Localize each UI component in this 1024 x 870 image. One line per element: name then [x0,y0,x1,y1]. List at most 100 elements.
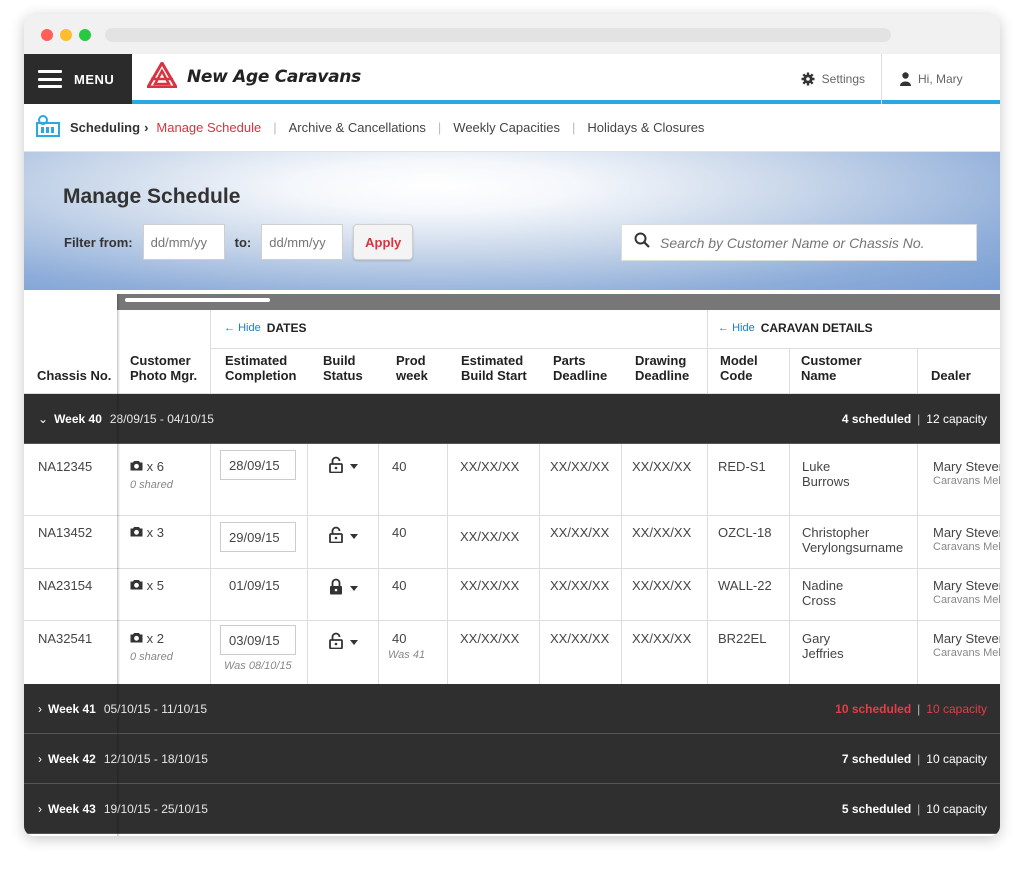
week-label: Week 42 [48,751,96,766]
parts-deadline: XX/XX/XX [550,459,610,474]
close-window-button[interactable] [41,29,53,41]
dealer-location: Caravans Melbourne [933,594,1000,606]
capacity-count: 10 capacity [926,751,987,766]
photo-count[interactable]: x 6 [130,459,164,474]
scheduled-count: 4 scheduled [841,411,912,426]
chevron-right-icon: › [38,751,42,766]
build-status-dropdown[interactable] [329,456,358,476]
build-status-dropdown[interactable] [329,578,358,598]
col-drawing-deadline[interactable]: Drawing Deadline [635,353,699,383]
hide-caravan-button[interactable]: ← Hide [718,322,755,334]
table-row[interactable]: NA32541 x 2 0 shared 03/09/15 Was 08/10/… [24,621,1000,684]
completion-date-input[interactable]: 28/09/15 [220,450,296,480]
week-group-header[interactable]: ⌄ Week 40 28/09/15 - 04/10/15 4 schedule… [24,394,1000,444]
col-dealer[interactable]: Dealer [931,368,971,383]
apply-button[interactable]: Apply [353,224,414,260]
caret-down-icon [350,463,358,469]
brand[interactable]: New Age Caravans [132,54,361,100]
shared-count: 0 shared [130,651,173,663]
photo-count[interactable]: x 3 [130,525,164,540]
dealer-name: Mary Stevens [933,525,1000,540]
hide-dates-button[interactable]: ← Hide [224,322,261,334]
tab-weekly-capacities[interactable]: Weekly Capacities [453,120,560,135]
search-input[interactable] [660,234,960,251]
model-code: RED-S1 [718,459,766,474]
parts-deadline: XX/XX/XX [550,525,610,540]
tab-holidays-closures[interactable]: Holidays & Closures [587,120,704,135]
scheduled-count: 7 scheduled [841,751,912,766]
search-box[interactable] [621,224,977,261]
completion-date-input[interactable]: 03/09/15 [220,625,296,655]
col-parts-deadline[interactable]: Parts Deadline [553,353,617,383]
table-row[interactable]: NA23154 x 5 01/09/15 40 XX/XX/XX XX/XX/X… [24,569,1000,621]
capacity-count: 12 capacity [926,411,987,426]
week-capacity: 5 scheduled | 10 capacity [841,801,987,816]
date-filter: Filter from: to: Apply [64,224,414,260]
col-chassis-no[interactable]: Chassis No. [37,368,111,383]
col-estimated-build-start[interactable]: Estimated Build Start [461,353,537,383]
prod-week: 40 [392,631,407,646]
chassis-no: NA13452 [38,525,93,540]
user-menu[interactable]: Hi, Mary [882,54,1000,104]
filter-from-label: Filter from: [64,234,133,250]
col-build-status[interactable]: Build Status [323,353,369,383]
horizontal-scrollbar[interactable] [117,294,1000,310]
model-code: OZCL-18 [718,525,772,540]
tab-archive-cancellations[interactable]: Archive & Cancellations [289,120,426,135]
prod-week: 40 [392,578,407,593]
user-greeting: Hi, Mary [918,72,963,86]
prod-week: 40 [392,459,407,474]
photo-count[interactable]: x 2 [130,631,164,646]
tab-manage-schedule[interactable]: Manage Schedule [156,120,261,135]
table-row[interactable]: NA12345 x 6 0 shared 28/09/15 40 XX/XX/X… [24,444,1000,516]
build-status-dropdown[interactable] [329,632,358,652]
previous-prod-week: Was 41 [388,649,426,661]
week-range: 28/09/15 - 04/10/15 [109,411,214,426]
chevron-right-icon: › [38,801,42,816]
filter-to-input[interactable] [261,224,344,260]
browser-chrome [24,14,1000,54]
col-customer-name[interactable]: Customer Name [801,353,877,383]
drawing-deadline: XX/XX/XX [632,578,692,593]
table-row[interactable]: NA13452 x 3 29/09/15 40 XX/XX/XX XX/XX/X… [24,516,1000,569]
build-start: XX/XX/XX [460,631,520,646]
filter-from-input[interactable] [142,224,225,260]
camera-icon [130,525,143,540]
search-icon [634,232,650,253]
minimize-window-button[interactable] [60,29,72,41]
drawing-deadline: XX/XX/XX [632,459,692,474]
photo-count[interactable]: x 5 [130,578,164,593]
customer-last-name: Jeffries [802,646,844,661]
breadcrumb-section[interactable]: Scheduling [70,120,140,135]
col-model-code[interactable]: Model Code [720,353,766,383]
unlocked-icon [329,526,343,546]
filter-to-label: to: [234,234,252,250]
page-title: Manage Schedule [63,185,241,208]
week-group-header[interactable]: › Week 41 05/10/15 - 11/10/15 10 schedul… [24,684,1000,734]
build-status-dropdown[interactable] [329,526,358,546]
brand-logo-icon [145,59,179,93]
build-start: XX/XX/XX [460,578,520,593]
week-capacity: 4 scheduled | 12 capacity [841,411,987,426]
week-capacity: 7 scheduled | 10 capacity [841,751,987,766]
previous-completion-date: Was 08/10/15 [224,660,292,672]
scrollbar-thumb[interactable] [125,298,270,302]
week-group-header[interactable]: › Week 43 19/10/15 - 25/10/15 5 schedule… [24,784,1000,834]
address-bar[interactable] [105,28,891,42]
col-estimated-completion[interactable]: Estimated Completion [225,353,305,383]
completion-date-input[interactable]: 29/09/15 [220,522,296,552]
settings-link[interactable]: Settings [786,54,882,104]
week-group-header[interactable]: › Week 42 12/10/15 - 18/10/15 7 schedule… [24,734,1000,784]
col-customer-photo[interactable]: Customer Photo Mgr. [130,353,206,383]
dealer-name: Mary Stevens [933,631,1000,646]
dealer-name: Mary Stevens [933,578,1000,593]
customer-last-name: Verylongsurname [802,540,904,555]
menu-button[interactable]: MENU [24,54,132,104]
camera-icon [130,631,143,646]
col-prod-week[interactable]: Prod week [396,353,436,383]
caret-down-icon [350,639,358,645]
maximize-window-button[interactable] [79,29,91,41]
capacity-count: 10 capacity [926,701,987,716]
top-nav: MENU New Age Caravans Settings Hi, Mary [24,54,1000,104]
schedule-table: ← Hide DATES ← Hide CARAVAN DETAILS Chas… [24,294,1000,836]
